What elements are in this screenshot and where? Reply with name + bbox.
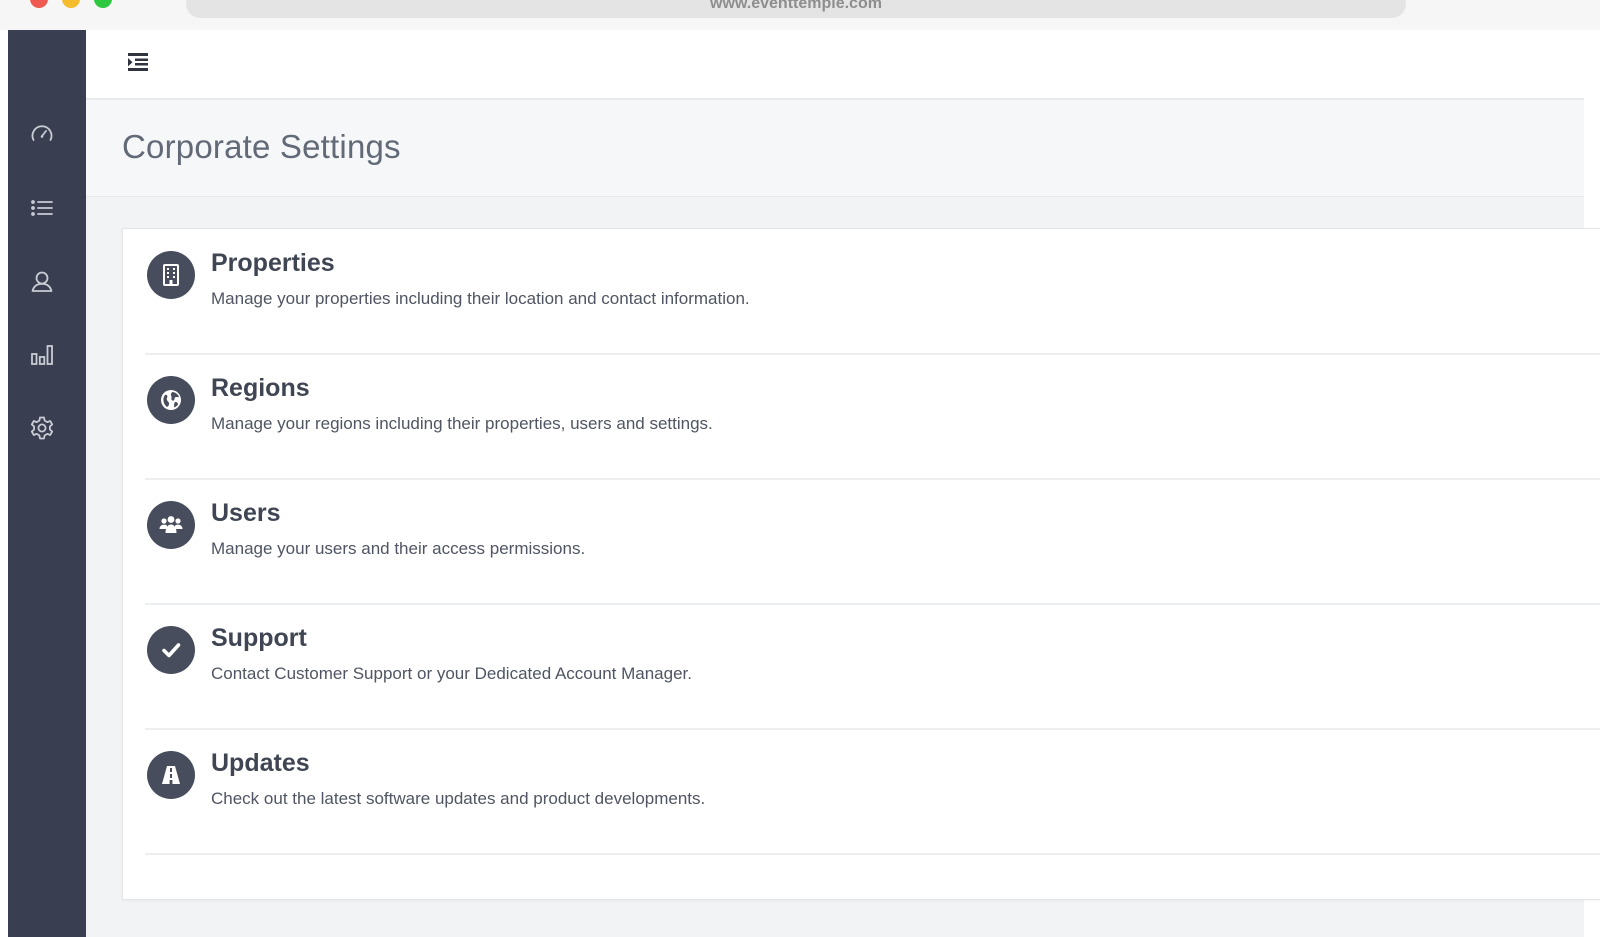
setting-row-properties[interactable]: Properties Manage your properties includ…	[145, 229, 1600, 355]
sidebar-item-list[interactable]	[28, 194, 56, 222]
user-icon	[31, 271, 53, 292]
maximize-window-button[interactable]	[94, 0, 112, 8]
users-icon-badge	[147, 501, 195, 549]
page-title: Corporate Settings	[122, 128, 401, 165]
globe-icon	[161, 390, 181, 410]
sidebar-item-settings[interactable]	[28, 414, 56, 442]
building-icon	[163, 264, 179, 286]
setting-description: Check out the latest software updates an…	[211, 789, 706, 808]
page-header: Corporate Settings	[86, 100, 1584, 197]
browser-chrome: www.eventtemple.com	[0, 0, 1600, 30]
url-text: www.eventtemple.com	[710, 0, 882, 12]
checkmark-icon	[162, 643, 181, 658]
regions-icon-badge	[147, 376, 195, 424]
dashboard-gauge-icon	[31, 125, 53, 141]
setting-description: Manage your properties including their l…	[211, 289, 750, 308]
support-icon-badge	[147, 626, 195, 674]
setting-row-updates[interactable]: Updates Check out the latest software up…	[145, 729, 1600, 855]
gear-icon	[30, 416, 54, 440]
setting-title: Updates	[211, 749, 310, 777]
setting-title: Properties	[211, 249, 335, 277]
settings-card: Properties Manage your properties includ…	[122, 228, 1600, 900]
main-content: Corporate Settings Properties Manage you…	[86, 30, 1600, 937]
list-icon	[31, 200, 53, 216]
setting-title: Regions	[211, 374, 310, 402]
minimize-window-button[interactable]	[62, 0, 80, 8]
app-window: Corporate Settings Properties Manage you…	[8, 30, 1600, 937]
setting-row-users[interactable]: Users Manage your users and their access…	[145, 479, 1600, 605]
browser-window: www.eventtemple.com Corporate Settings P…	[0, 0, 1600, 937]
bar-chart-icon	[31, 345, 53, 365]
menu-toggle-button[interactable]	[126, 51, 150, 73]
setting-description: Manage your regions including their prop…	[211, 414, 713, 433]
properties-icon-badge	[147, 251, 195, 299]
sidebar-item-reports[interactable]	[28, 341, 56, 369]
setting-row-regions[interactable]: Regions Manage your regions including th…	[145, 354, 1600, 480]
sidebar	[8, 30, 86, 937]
updates-icon-badge	[147, 751, 195, 799]
address-bar[interactable]: www.eventtemple.com	[186, 0, 1406, 18]
menu-toggle-icon	[128, 53, 148, 71]
users-group-icon	[159, 516, 183, 533]
sidebar-item-dashboard[interactable]	[28, 121, 56, 149]
road-icon	[162, 766, 180, 784]
setting-title: Users	[211, 499, 281, 527]
setting-description: Contact Customer Support or your Dedicat…	[211, 664, 692, 683]
setting-description: Manage your users and their access permi…	[211, 539, 586, 558]
close-window-button[interactable]	[30, 0, 48, 8]
top-bar	[86, 30, 1584, 100]
setting-row-support[interactable]: Support Contact Customer Support or your…	[145, 604, 1600, 730]
setting-title: Support	[211, 624, 307, 652]
sidebar-item-users[interactable]	[28, 268, 56, 296]
